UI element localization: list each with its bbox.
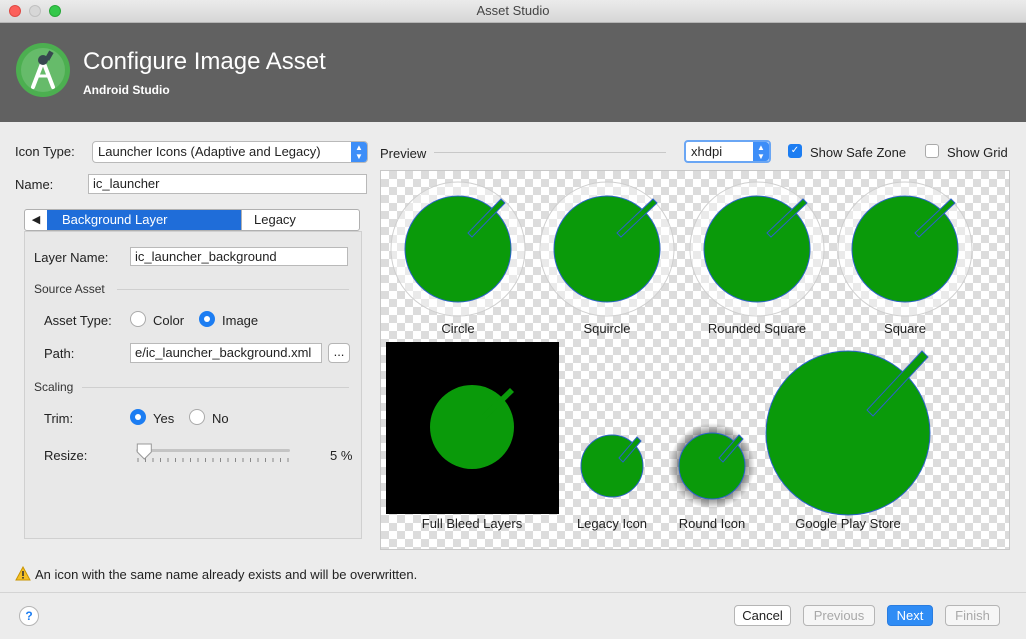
- page-subtitle: Android Studio: [83, 83, 170, 97]
- full-bleed-caption: Full Bleed Layers: [421, 516, 523, 531]
- rounded-square-icon-preview: [689, 181, 825, 317]
- layer-name-input[interactable]: ic_launcher_background: [130, 247, 348, 266]
- wizard-header: Configure Image Asset Android Studio: [0, 23, 1026, 122]
- footer-divider: [0, 592, 1026, 593]
- resize-value: 5 %: [330, 448, 353, 463]
- browse-path-button[interactable]: ...: [328, 343, 350, 363]
- show-grid-checkbox[interactable]: [925, 144, 939, 158]
- layer-tabs: ◀ Background Layer Legacy: [24, 209, 360, 231]
- google-play-store-caption: Google Play Store: [795, 516, 901, 531]
- layer-name-label: Layer Name:: [34, 250, 109, 265]
- full-bleed-layers-preview: [386, 342, 559, 514]
- warning-icon: [15, 566, 31, 581]
- tab-legacy[interactable]: Legacy: [241, 210, 359, 230]
- squircle-icon-preview: [539, 181, 675, 317]
- circle-icon-preview: [390, 181, 526, 317]
- previous-button[interactable]: Previous: [803, 605, 875, 626]
- overwrite-warning-text: An icon with the same name already exist…: [35, 567, 418, 582]
- rounded-square-caption: Rounded Square: [707, 321, 807, 336]
- resize-slider[interactable]: [130, 440, 296, 466]
- asset-type-label: Asset Type:: [44, 313, 112, 328]
- icon-type-label: Icon Type:: [15, 144, 75, 159]
- chevron-updown-icon: ▲ ▼: [753, 142, 769, 161]
- icon-type-select[interactable]: Launcher Icons (Adaptive and Legacy) ▲ ▼: [92, 141, 368, 163]
- round-icon-caption: Round Icon: [678, 516, 746, 531]
- name-label: Name:: [15, 177, 54, 192]
- asset-type-image-radio[interactable]: [199, 311, 215, 327]
- tab-background-layer[interactable]: Background Layer: [47, 210, 241, 230]
- chevron-updown-icon: ▲ ▼: [351, 142, 367, 162]
- page-title: Configure Image Asset: [83, 48, 326, 75]
- minimize-window-button[interactable]: [29, 5, 41, 17]
- resize-label: Resize:: [44, 448, 88, 463]
- legacy-icon-caption: Legacy Icon: [576, 516, 648, 531]
- icon-type-value: Launcher Icons (Adaptive and Legacy): [98, 144, 321, 159]
- help-button[interactable]: ?: [19, 606, 39, 626]
- squircle-caption: Squircle: [583, 321, 631, 336]
- slider-thumb[interactable]: [136, 443, 152, 460]
- preview-label: Preview: [380, 146, 427, 161]
- show-safe-zone-checkbox[interactable]: ✓: [788, 144, 802, 158]
- next-button[interactable]: Next: [887, 605, 933, 626]
- cancel-button[interactable]: Cancel: [734, 605, 791, 626]
- trim-yes-radio[interactable]: [130, 409, 146, 425]
- icon-previews: [386, 181, 973, 516]
- legacy-icon-preview: [580, 434, 644, 498]
- layer-settings-panel: [24, 231, 362, 539]
- section-divider: [82, 387, 349, 388]
- path-label: Path:: [44, 346, 75, 361]
- finish-button[interactable]: Finish: [945, 605, 1000, 626]
- density-select[interactable]: xhdpi ▲ ▼: [684, 140, 771, 163]
- close-window-button[interactable]: [9, 5, 21, 17]
- density-value: xhdpi: [691, 144, 723, 159]
- show-safe-zone-label: Show Safe Zone: [810, 145, 907, 160]
- android-studio-logo-icon: [16, 43, 70, 97]
- trim-no-radio[interactable]: [189, 409, 205, 425]
- trim-yes-label: Yes: [153, 411, 175, 426]
- tab-scroll-left-icon[interactable]: ◀: [25, 210, 47, 230]
- round-icon-preview: [669, 423, 755, 509]
- asset-type-color-label: Color: [153, 313, 185, 328]
- trim-no-label: No: [212, 411, 229, 426]
- asset-type-image-label: Image: [222, 313, 259, 328]
- preview-divider: [434, 152, 666, 153]
- name-input[interactable]: ic_launcher: [88, 174, 367, 194]
- window-title: Asset Studio: [476, 3, 550, 18]
- square-icon-preview: [837, 181, 973, 317]
- zoom-window-button[interactable]: [49, 5, 61, 17]
- trim-label: Trim:: [44, 411, 74, 426]
- window-titlebar: Asset Studio: [0, 0, 1026, 23]
- preview-canvas: Circle Squircle Rounded Square Square Fu…: [380, 170, 1010, 550]
- path-input[interactable]: e/ic_launcher_background.xml: [130, 343, 322, 363]
- scaling-section-label: Scaling: [34, 380, 74, 394]
- circle-caption: Circle: [441, 321, 475, 336]
- source-asset-section-label: Source Asset: [34, 282, 105, 296]
- show-grid-label: Show Grid: [947, 145, 1008, 160]
- section-divider: [117, 289, 349, 290]
- asset-type-color-radio[interactable]: [130, 311, 146, 327]
- google-play-store-icon-preview: [765, 350, 931, 516]
- square-caption: Square: [884, 321, 926, 336]
